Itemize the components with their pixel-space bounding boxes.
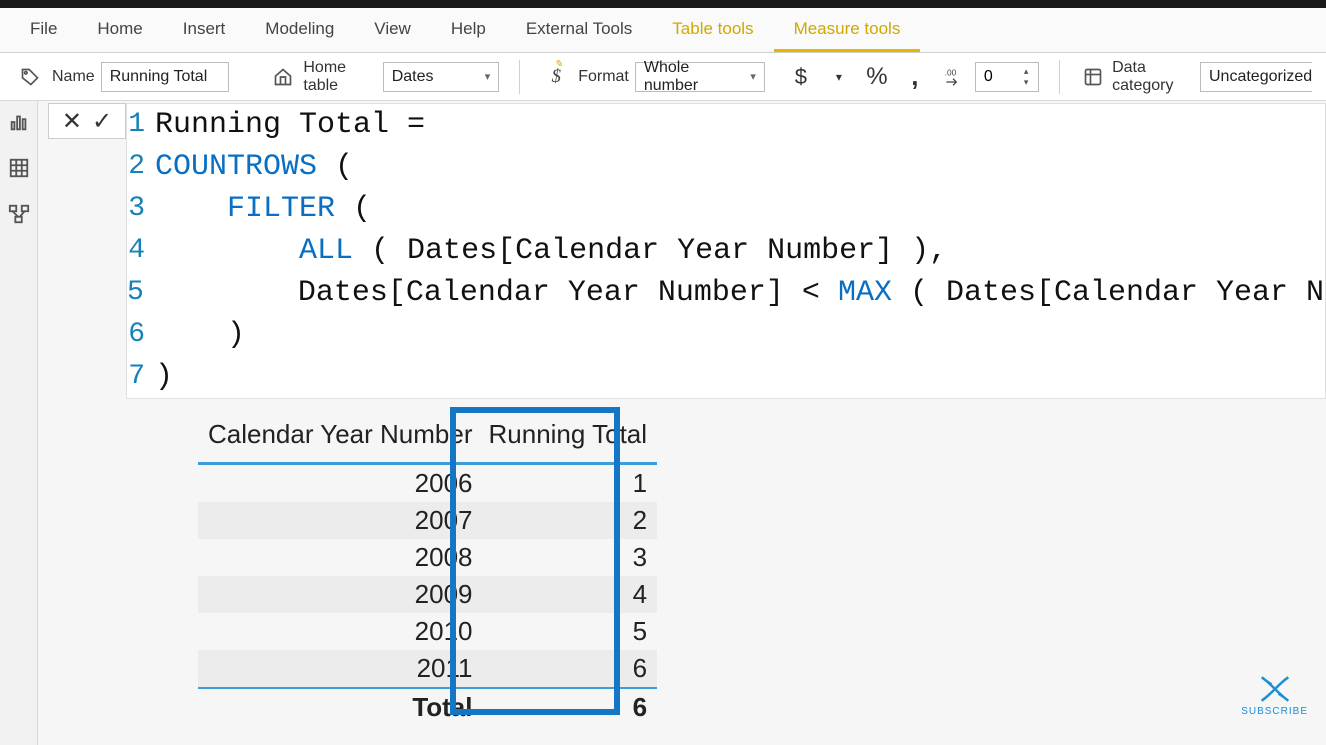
format-value: Whole number — [644, 59, 742, 95]
decimals-value: 0 — [976, 68, 1024, 86]
subscribe-label: SUBSCRIBE — [1241, 706, 1308, 717]
result-table: Calendar Year Number Running Total 20061… — [198, 413, 657, 726]
data-category-value: Uncategorized — [1209, 68, 1312, 86]
subscribe-watermark: SUBSCRIBE — [1241, 674, 1308, 717]
line-number: 2 — [127, 146, 149, 188]
format-select[interactable]: Whole number ▾ — [635, 62, 765, 92]
currency-dropdown[interactable]: ▾ — [823, 61, 855, 93]
line-number: 3 — [127, 188, 149, 230]
cell-running-total: 2 — [483, 502, 658, 539]
formula-commit-button[interactable]: ✓ — [92, 107, 112, 136]
decimal-increase-button[interactable]: .00 — [937, 61, 969, 93]
spinner-arrows[interactable]: ▴▾ — [1024, 66, 1038, 88]
tab-view[interactable]: View — [354, 8, 431, 52]
cell-year: 2007 — [198, 502, 483, 539]
table-row[interactable]: 20061 — [198, 465, 657, 502]
cell-running-total: 6 — [483, 650, 658, 688]
formula-line[interactable]: 6 ) — [127, 314, 1325, 356]
formula-bar-controls: ✕ ✓ — [48, 103, 126, 139]
data-view-icon[interactable] — [8, 157, 30, 179]
cell-year: 2010 — [198, 613, 483, 650]
column-header-running-total[interactable]: Running Total — [483, 413, 658, 464]
table-row[interactable]: 20105 — [198, 613, 657, 650]
ribbon-toolbar: Name Running Total Home table Dates ▾ $✎… — [0, 53, 1326, 101]
comma-button[interactable]: , — [899, 61, 931, 93]
data-category-select[interactable]: Uncategorized — [1200, 62, 1312, 92]
formula-line[interactable]: 3 FILTER ( — [127, 188, 1325, 230]
cell-running-total: 4 — [483, 576, 658, 613]
format-icon: $✎ — [540, 61, 572, 93]
decimals-spinner[interactable]: 0 ▴▾ — [975, 62, 1039, 92]
tab-insert[interactable]: Insert — [163, 8, 246, 52]
percent-button[interactable]: % — [861, 61, 893, 93]
svg-text:.00: .00 — [945, 67, 957, 77]
cell-year: 2011 — [198, 650, 483, 688]
code-text[interactable]: FILTER ( — [149, 188, 371, 230]
cell-running-total: 1 — [483, 465, 658, 502]
formula-line[interactable]: 2COUNTROWS ( — [127, 146, 1325, 188]
home-icon — [269, 61, 298, 93]
table-row[interactable]: 20116 — [198, 650, 657, 688]
column-header-year[interactable]: Calendar Year Number — [198, 413, 483, 464]
total-value: 6 — [483, 689, 658, 726]
formula-editor[interactable]: 1Running Total = 2COUNTROWS (3 FILTER (4… — [126, 103, 1326, 399]
chevron-down-icon: ▾ — [750, 70, 756, 83]
currency-button[interactable]: $ — [785, 61, 817, 93]
table-row[interactable]: 20094 — [198, 576, 657, 613]
name-label: Name — [52, 68, 95, 86]
window-titlebar — [0, 0, 1326, 8]
report-view-icon[interactable] — [8, 111, 30, 133]
formula-line[interactable]: 5 Dates[Calendar Year Number] < MAX ( Da… — [127, 272, 1325, 314]
cell-running-total: 5 — [483, 613, 658, 650]
line-number: 5 — [127, 272, 148, 314]
code-text[interactable]: Running Total = — [149, 104, 443, 146]
line-number: 4 — [127, 230, 149, 272]
home-table-value: Dates — [392, 68, 434, 86]
tab-external-tools[interactable]: External Tools — [506, 8, 652, 52]
divider — [1059, 60, 1060, 94]
tab-modeling[interactable]: Modeling — [245, 8, 354, 52]
cell-year: 2009 — [198, 576, 483, 613]
code-text[interactable]: ) — [149, 314, 245, 356]
table-row[interactable]: 20072 — [198, 502, 657, 539]
tab-measure-tools[interactable]: Measure tools — [774, 8, 921, 52]
formula-cancel-button[interactable]: ✕ — [62, 107, 82, 136]
model-view-icon[interactable] — [8, 203, 30, 225]
code-text[interactable]: ) — [149, 356, 173, 398]
tag-icon — [14, 61, 46, 93]
category-icon — [1080, 61, 1106, 93]
formula-line[interactable]: 7) — [127, 356, 1325, 398]
tab-home[interactable]: Home — [77, 8, 162, 52]
formula-line[interactable]: 4 ALL ( Dates[Calendar Year Number] ), — [127, 230, 1325, 272]
formula-line[interactable]: 1Running Total = — [127, 104, 1325, 146]
data-category-label: Data category — [1112, 59, 1194, 95]
divider — [519, 60, 520, 94]
left-view-rail — [0, 101, 38, 745]
line-number: 7 — [127, 356, 149, 398]
format-label: Format — [578, 68, 629, 86]
table-row[interactable]: 20083 — [198, 539, 657, 576]
cell-running-total: 3 — [483, 539, 658, 576]
code-text[interactable]: Dates[Calendar Year Number] < MAX ( Date… — [148, 272, 1326, 314]
line-number: 1 — [127, 104, 149, 146]
line-number: 6 — [127, 314, 149, 356]
measure-name-input[interactable]: Running Total — [101, 62, 229, 92]
total-label: Total — [198, 689, 483, 726]
home-table-label: Home table — [303, 59, 376, 95]
cell-year: 2008 — [198, 539, 483, 576]
chevron-down-icon: ▾ — [485, 70, 491, 83]
home-table-select[interactable]: Dates ▾ — [383, 62, 500, 92]
code-text[interactable]: COUNTROWS ( — [149, 146, 353, 188]
main-canvas: ✕ ✓ 1Running Total = 2COUNTROWS (3 FILTE… — [38, 101, 1326, 745]
table-total-row: Total6 — [198, 689, 657, 726]
tab-file[interactable]: File — [10, 8, 77, 52]
tab-help[interactable]: Help — [431, 8, 506, 52]
code-text[interactable]: ALL ( Dates[Calendar Year Number] ), — [149, 230, 947, 272]
tab-table-tools[interactable]: Table tools — [652, 8, 773, 52]
ribbon-tabs: File Home Insert Modeling View Help Exte… — [0, 8, 1326, 53]
cell-year: 2006 — [198, 465, 483, 502]
dna-icon — [1255, 674, 1295, 704]
